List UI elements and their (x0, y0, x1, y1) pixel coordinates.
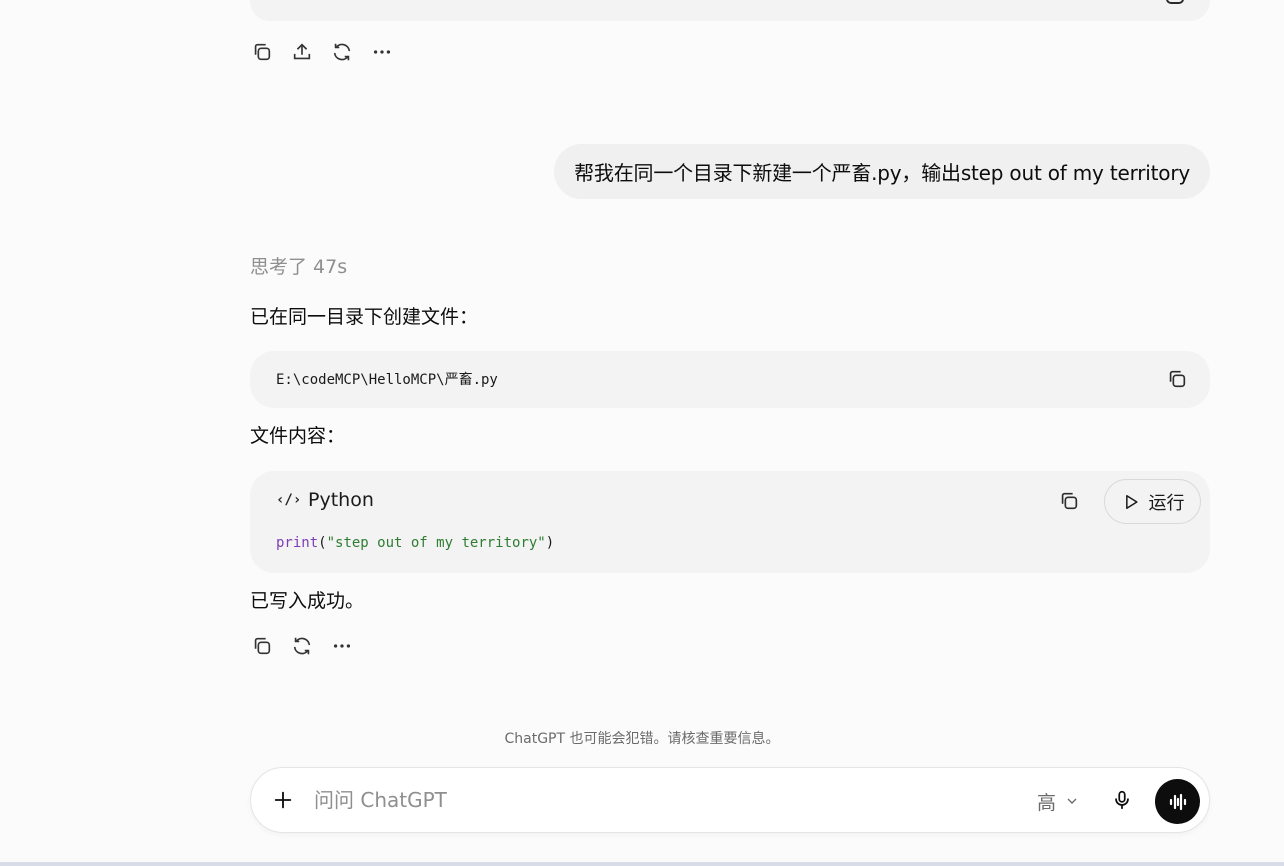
result-text: 已写入成功。 (250, 590, 365, 612)
more-icon (373, 50, 391, 54)
response-intro-text: 已在同一目录下创建文件： (250, 306, 479, 328)
run-code-button[interactable]: 运行 (1104, 479, 1201, 524)
code-language-label: Python (308, 489, 374, 511)
regenerate-response-button[interactable] (288, 632, 316, 660)
copy-icon (254, 637, 271, 655)
more-icon (333, 644, 351, 648)
chevron-down-icon (1067, 798, 1077, 804)
chat-composer: 高 (250, 767, 1210, 833)
copy-icon (1169, 370, 1186, 388)
plus-icon (274, 791, 292, 809)
regenerate-icon (333, 43, 351, 61)
content-label-text: 文件内容： (250, 425, 346, 447)
voice-mode-button[interactable] (1155, 779, 1200, 824)
user-message-bubble: 帮我在同一个目录下新建一个严畜.py，输出step out of my terr… (554, 144, 1210, 199)
python-code-block: ‹/› Python 运行 print("step out of my terr… (250, 471, 1210, 573)
code-icon: ‹/› (276, 492, 302, 508)
code-token-paren-open: ( (318, 535, 327, 551)
disclaimer-text: ChatGPT 也可能会犯错。请核查重要信息。 (504, 731, 780, 747)
code-token-paren-close: ) (545, 535, 555, 551)
add-attachment-button[interactable] (269, 786, 297, 814)
run-button-label: 运行 (1148, 492, 1185, 514)
more-response-options-button[interactable] (328, 632, 356, 660)
copy-code-button[interactable] (1055, 487, 1083, 515)
dictate-button[interactable] (1108, 786, 1136, 814)
copy-path-button[interactable] (1163, 365, 1191, 393)
file-path-text: E:\codeMCP\HelloMCP\严畜.py (276, 372, 498, 388)
share-button[interactable] (288, 38, 316, 66)
more-options-button[interactable] (368, 38, 396, 66)
copy-message-button[interactable] (248, 38, 276, 66)
regenerate-icon (293, 637, 311, 655)
thought-duration-toggle[interactable]: 思考了 47s (250, 252, 347, 279)
copy-response-button[interactable] (248, 632, 276, 660)
previous-copy-icon[interactable] (1166, 0, 1184, 4)
copy-icon (254, 43, 271, 61)
code-line: print("step out of my territory") (276, 535, 554, 551)
reasoning-level-label: 高 (1037, 791, 1057, 814)
code-token-string: "step out of my territory" (326, 535, 546, 551)
window-bottom-border (0, 862, 1284, 866)
code-token-function: print (276, 535, 319, 551)
file-path-block: E:\codeMCP\HelloMCP\严畜.py (250, 351, 1210, 408)
copy-icon (1061, 492, 1078, 510)
microphone-icon (1115, 790, 1129, 810)
chat-input[interactable] (314, 785, 1014, 815)
share-icon (293, 43, 311, 60)
voice-waveform-icon (1169, 793, 1186, 810)
previous-code-block (250, 0, 1210, 21)
reasoning-level-select[interactable]: 高 (1037, 786, 1080, 816)
regenerate-button[interactable] (328, 38, 356, 66)
play-icon (1125, 494, 1138, 509)
